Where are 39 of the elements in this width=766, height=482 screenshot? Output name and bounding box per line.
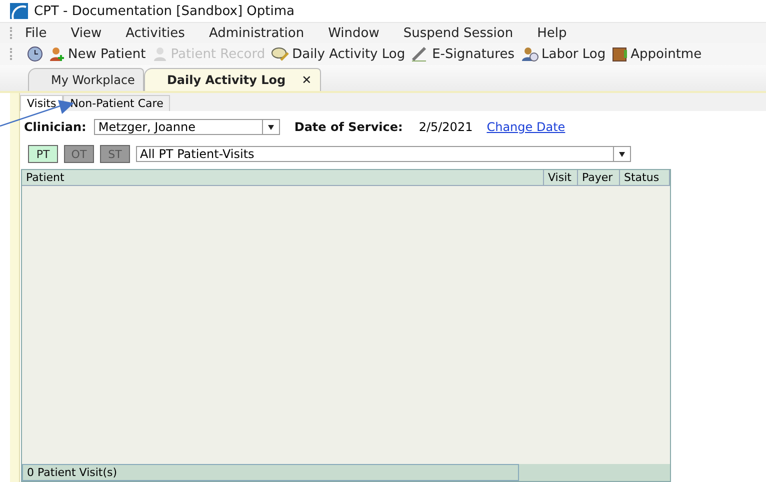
column-header[interactable]: Status <box>620 170 670 185</box>
column-header[interactable]: Payer <box>578 170 620 185</box>
toolbar-button[interactable]: Labor Log <box>518 46 610 62</box>
app-logo-icon <box>10 3 28 19</box>
date-value: 2/5/2021 <box>418 120 473 134</box>
book-icon <box>612 46 628 62</box>
sub-tab[interactable]: Visits <box>20 95 64 111</box>
person-icon <box>152 46 168 62</box>
clock-icon <box>27 46 43 62</box>
menu-item[interactable]: Activities <box>126 26 185 40</box>
visit-count: 0 Patient Visit(s) <box>22 464 519 481</box>
menu-item[interactable]: Administration <box>208 26 304 40</box>
column-header[interactable]: Patient <box>22 170 544 185</box>
menu-item[interactable]: View <box>70 26 102 40</box>
menu-item[interactable]: File <box>25 26 47 40</box>
clinician-dropdown[interactable]: Metzger, Joanne <box>94 119 280 135</box>
close-icon[interactable]: ✕ <box>302 73 312 87</box>
toolbar-button[interactable]: Daily Activity Log <box>269 46 410 62</box>
tab[interactable]: Daily Activity Log ✕ <box>144 68 321 91</box>
chat-pencil-icon <box>271 46 290 62</box>
menu-item[interactable]: Window <box>328 26 380 40</box>
person-clock-icon <box>520 46 538 62</box>
tab-label: Daily Activity Log <box>166 73 286 87</box>
discipline-button[interactable]: PT <box>28 145 58 163</box>
person-add-icon <box>49 46 65 62</box>
change-date-link[interactable]: Change Date <box>486 120 566 134</box>
toolbar-button[interactable]: Appointme <box>610 46 706 62</box>
menu-item[interactable]: Help <box>537 26 567 40</box>
visit-filter-dropdown[interactable]: All PT Patient-Visits <box>136 146 631 162</box>
date-label: Date of Service: <box>294 120 403 134</box>
toolbar-button[interactable]: New Patient <box>47 46 150 62</box>
tab[interactable]: My Workplace <box>28 68 144 91</box>
window-title: CPT - Documentation [Sandbox] Optima <box>34 4 294 18</box>
toolbar-button[interactable]: E-Signatures <box>409 46 518 62</box>
clinician-label: Clinician: <box>24 120 86 134</box>
sub-tab[interactable]: Non-Patient Care <box>63 95 170 111</box>
tab-label: My Workplace <box>51 73 135 87</box>
menu-item[interactable]: Suspend Session <box>403 26 514 40</box>
column-header[interactable]: Visit <box>544 170 578 185</box>
